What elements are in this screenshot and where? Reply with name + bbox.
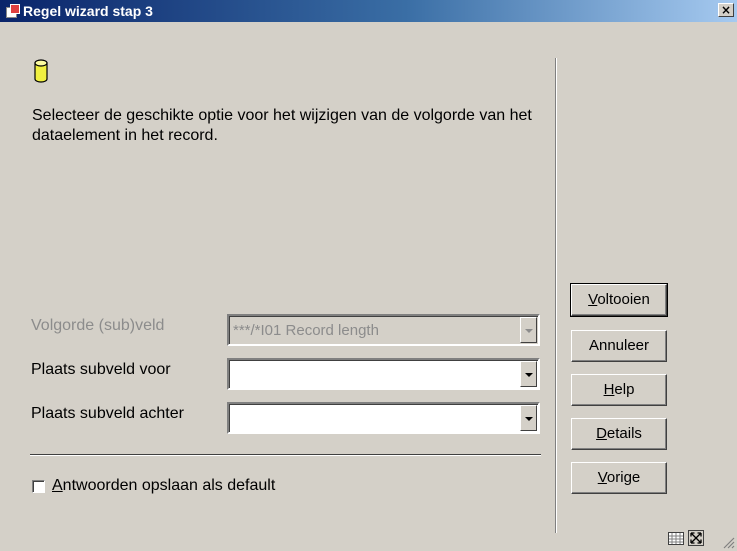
- vertical-divider: [555, 58, 557, 533]
- expand-icon[interactable]: [688, 530, 704, 546]
- save-defaults-label[interactable]: Antwoorden opslaan als default: [52, 477, 275, 495]
- app-icon: [5, 4, 20, 18]
- chevron-down-icon[interactable]: [520, 361, 537, 387]
- plaats-voor-label: Plaats subveld voor: [31, 361, 171, 378]
- resize-grip-icon[interactable]: [722, 536, 735, 549]
- horizontal-divider: [30, 454, 541, 456]
- voltooien-button[interactable]: Voltooien: [570, 283, 668, 317]
- chevron-down-icon[interactable]: [520, 405, 537, 431]
- window-title: Regel wizard stap 3: [23, 3, 153, 19]
- help-button[interactable]: Help: [571, 374, 667, 406]
- chevron-down-icon[interactable]: [520, 317, 537, 343]
- volgorde-value: ***/*I01 Record length: [233, 322, 379, 339]
- vorige-button[interactable]: Vorige: [571, 462, 667, 494]
- plaats-voor-dropdown[interactable]: [227, 358, 540, 390]
- save-defaults-checkbox[interactable]: [32, 480, 45, 493]
- instruction-text: Selecteer de geschikte optie voor het wi…: [32, 107, 532, 144]
- close-button[interactable]: ×: [718, 3, 734, 17]
- plaats-achter-label: Plaats subveld achter: [31, 405, 184, 422]
- details-button[interactable]: Details: [571, 418, 667, 450]
- keyboard-icon[interactable]: [668, 532, 684, 545]
- plaats-achter-dropdown[interactable]: [227, 402, 540, 434]
- annuleer-button[interactable]: Annuleer: [571, 330, 667, 362]
- title-bar: Regel wizard stap 3 ×: [0, 0, 737, 22]
- close-icon: ×: [720, 3, 732, 17]
- volgorde-dropdown[interactable]: ***/*I01 Record length: [227, 314, 540, 346]
- volgorde-label: Volgorde (sub)veld: [31, 317, 165, 334]
- database-icon: [34, 59, 48, 83]
